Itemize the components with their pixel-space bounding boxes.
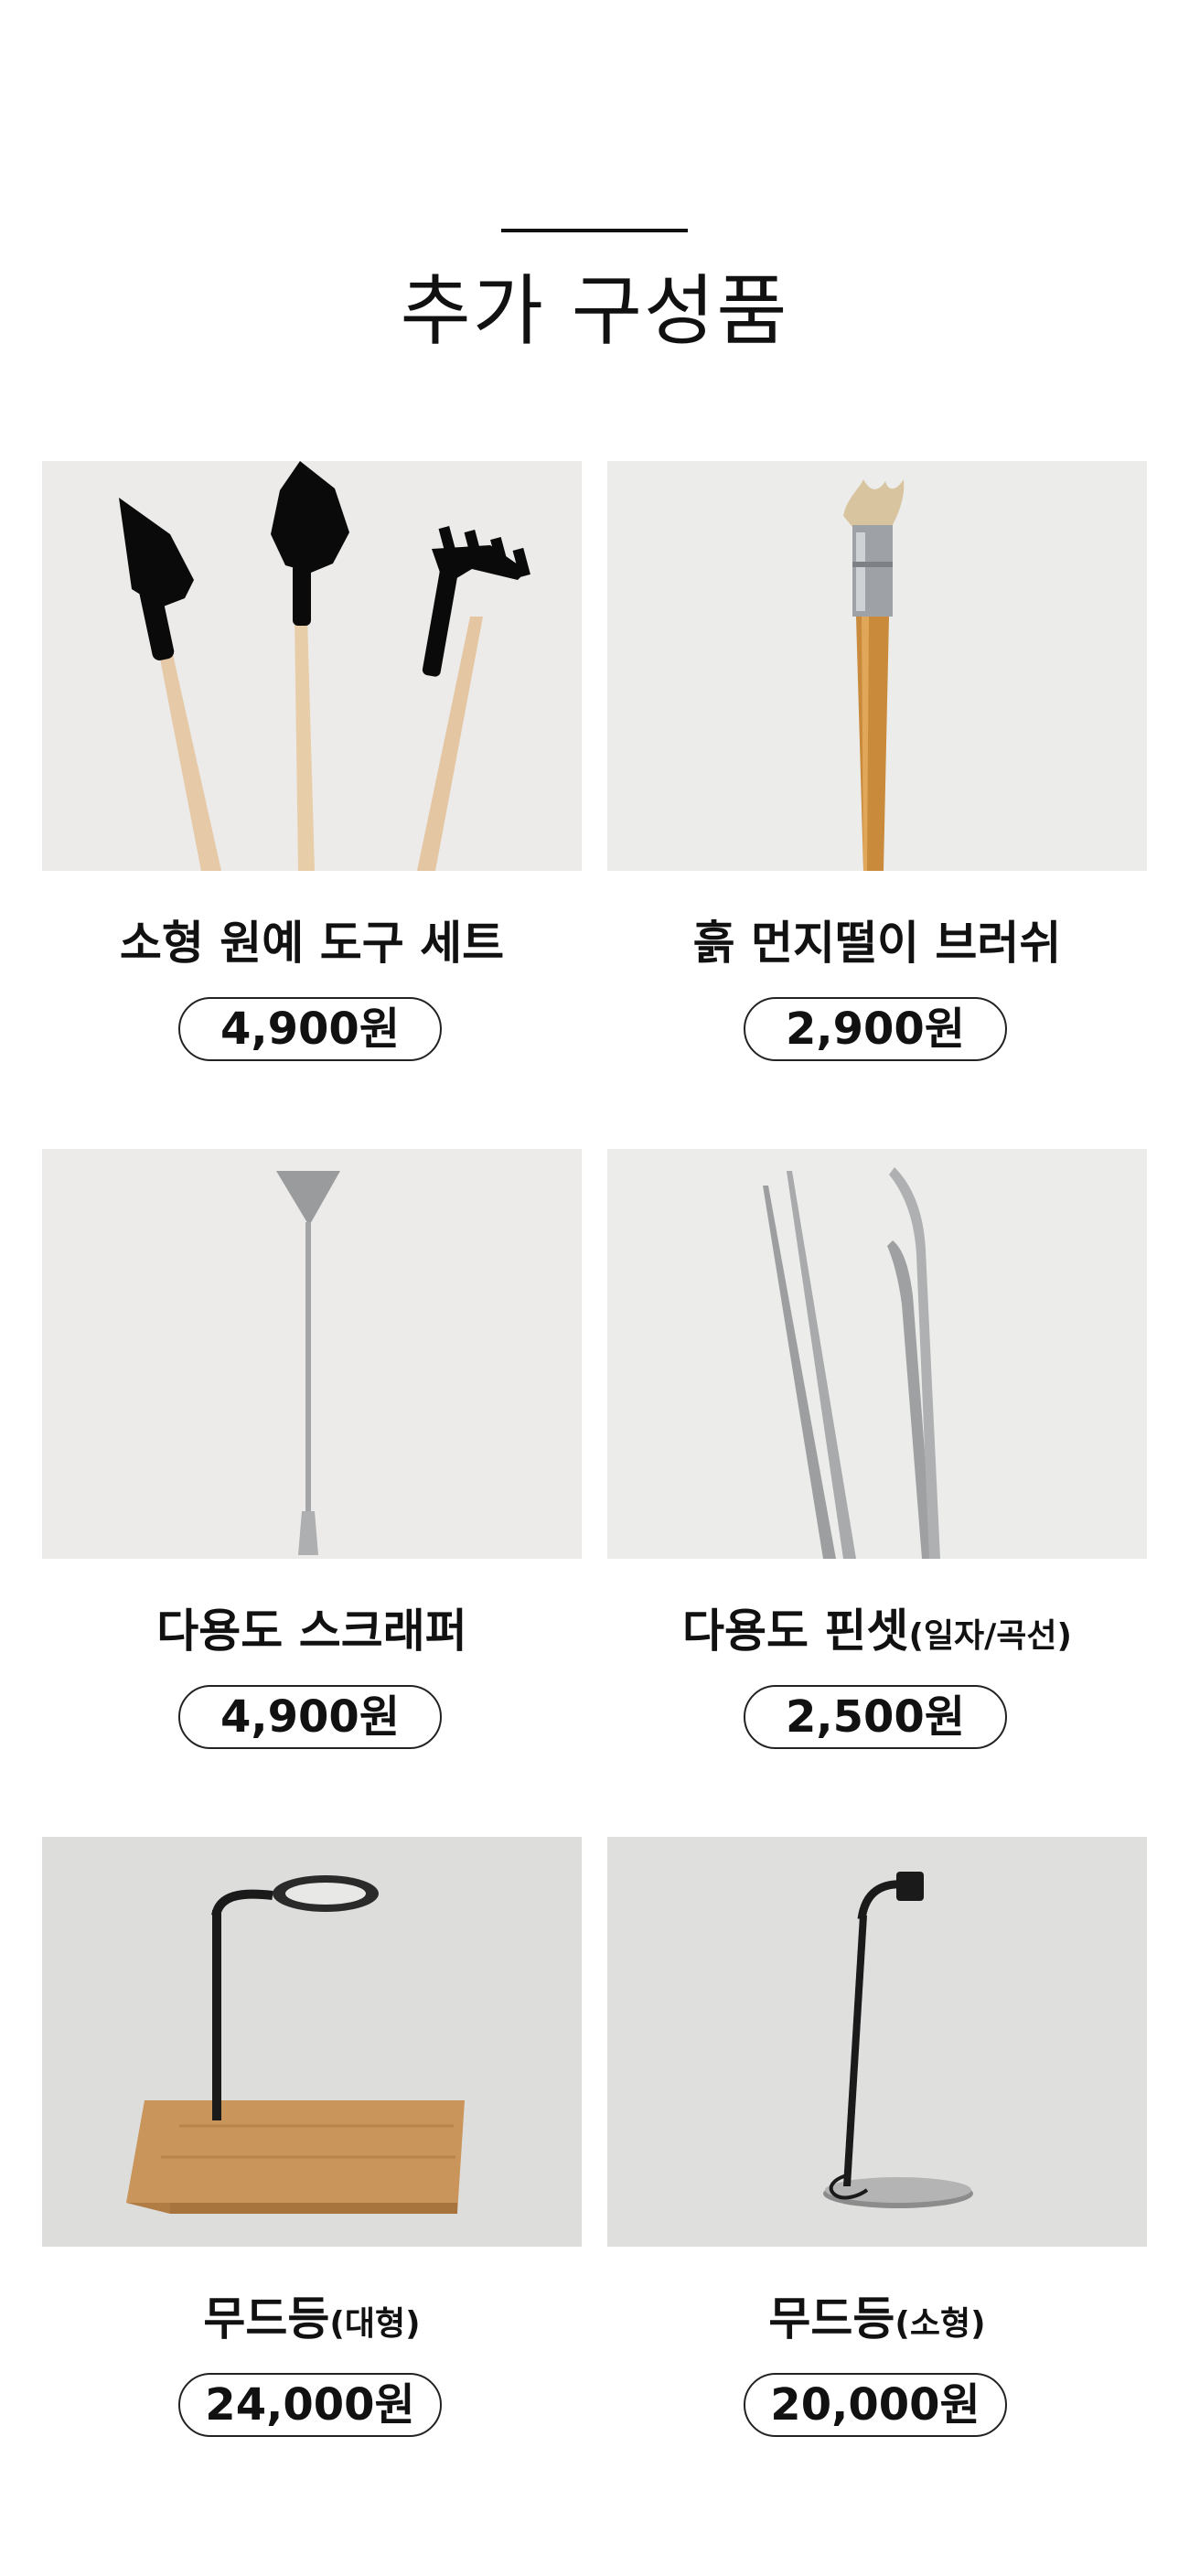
- section-title: 추가 구성품: [400, 266, 789, 356]
- price-badge: 2,500원: [744, 1685, 1007, 1749]
- price-badge: 4,900원: [178, 997, 442, 1061]
- product-photo: [607, 1837, 1147, 2247]
- product-name: 다용도 핀셋(일자/곡선): [682, 1605, 1072, 1658]
- tweezers-icon: [607, 1149, 1147, 1559]
- product-photo: [607, 1149, 1147, 1559]
- scraper-icon: [42, 1149, 582, 1559]
- price-badge: 2,900원: [744, 997, 1007, 1061]
- garden-tool-set-icon: [42, 461, 582, 871]
- product-detail-page: 추가 구성품 소형 원예 도구 세트 4,900원 흙 먼지떨이 브러쉬 2,9…: [0, 0, 1189, 2576]
- product-name: 흙 먼지떨이 브러쉬: [692, 917, 1062, 970]
- product-photo: [42, 461, 582, 871]
- price-badge: 4,900원: [178, 1685, 442, 1749]
- price-badge: 24,000원: [178, 2373, 442, 2437]
- dust-brush-icon: [607, 461, 1147, 871]
- product-name: 무드등(소형): [768, 2292, 986, 2345]
- product-name: 소형 원예 도구 세트: [119, 917, 505, 970]
- product-photo: [42, 1149, 582, 1559]
- product-photo: [607, 461, 1147, 871]
- product-name: 다용도 스크래퍼: [156, 1605, 467, 1658]
- product-photo: [42, 1837, 582, 2247]
- mood-lamp-large-icon: [42, 1837, 582, 2247]
- title-divider: [501, 229, 688, 232]
- mood-lamp-small-icon: [607, 1837, 1147, 2247]
- price-badge: 20,000원: [744, 2373, 1007, 2437]
- product-name: 무드등(대형): [203, 2292, 421, 2345]
